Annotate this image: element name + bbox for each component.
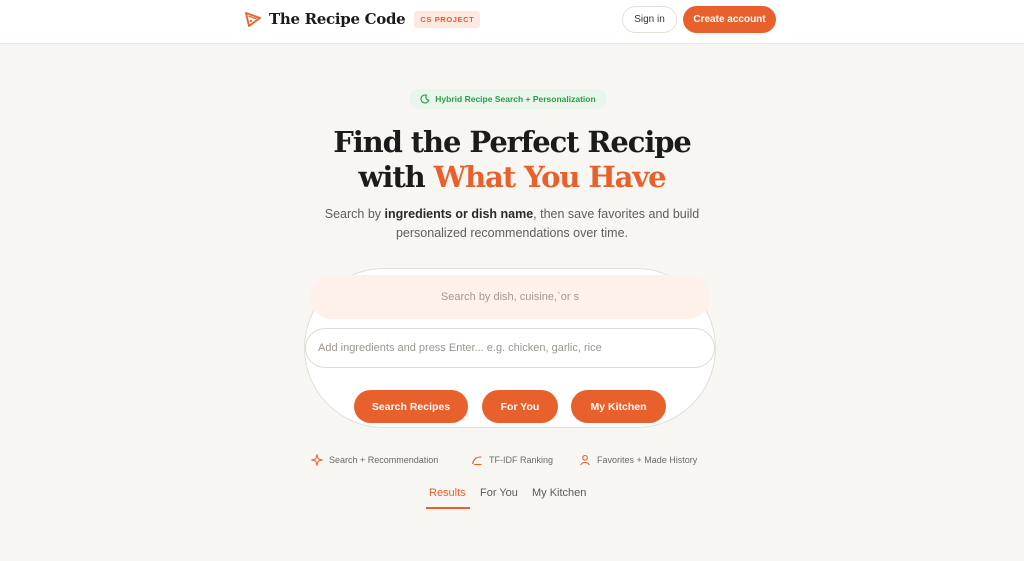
feature-label: TF-IDF Ranking bbox=[489, 455, 554, 465]
tab-my-kitchen[interactable]: My Kitchen bbox=[532, 487, 586, 499]
project-badge: CS PROJECT bbox=[414, 10, 481, 28]
feature-favorites-history: Favorites + Made History bbox=[579, 453, 697, 467]
brand[interactable]: The Recipe Code CS PROJECT bbox=[244, 9, 481, 29]
hero-pill-text: Hybrid Recipe Search + Personalization bbox=[435, 94, 596, 104]
sign-in-button[interactable]: Sign in bbox=[622, 6, 677, 33]
user-icon bbox=[580, 454, 590, 466]
hero-subtitle-line1: Search by ingredients or dish name, then… bbox=[0, 205, 1024, 225]
subtitle-bold: ingredients or dish name bbox=[384, 207, 534, 221]
subtitle-prefix: Search by bbox=[324, 207, 382, 221]
moon-icon bbox=[420, 94, 430, 104]
my-kitchen-button[interactable]: My Kitchen bbox=[571, 390, 666, 423]
trend-icon bbox=[471, 456, 482, 466]
feature-tfidf-ranking: TF-IDF Ranking bbox=[471, 453, 553, 467]
feature-label: Search + Recommendation bbox=[329, 455, 439, 465]
active-tab-indicator bbox=[426, 507, 470, 509]
hero-title-line1: Find the Perfect Recipe bbox=[333, 125, 692, 159]
tab-results[interactable]: Results bbox=[429, 487, 466, 499]
subtitle-suffix: , then save favorites and build bbox=[533, 207, 700, 221]
top-nav-bar: The Recipe Code CS PROJECT Sign in Creat… bbox=[0, 0, 1024, 44]
feature-label: Favorites + Made History bbox=[597, 455, 698, 465]
search-recipes-button[interactable]: Search Recipes bbox=[354, 390, 468, 423]
ingredients-input[interactable]: Add ingredients and press Enter... e.g. … bbox=[305, 328, 715, 368]
feature-search-recommendation: Search + Recommendation bbox=[311, 453, 438, 467]
create-account-button[interactable]: Create account bbox=[683, 6, 776, 33]
pizza-slice-icon bbox=[245, 12, 261, 27]
hero-pill: Hybrid Recipe Search + Personalization bbox=[409, 89, 607, 109]
dish-search-input[interactable]: Search by dish, cuisine,ˋor s bbox=[310, 275, 710, 319]
hero-title-line2: with What You Have bbox=[0, 160, 1024, 194]
hero-title-accent: What You Have bbox=[433, 160, 667, 194]
for-you-button[interactable]: For You bbox=[482, 390, 558, 423]
tab-for-you[interactable]: For You bbox=[480, 487, 518, 499]
hero-title-prefix: with bbox=[358, 160, 426, 194]
brand-name: The Recipe Code bbox=[269, 10, 406, 28]
sparkle-icon bbox=[311, 454, 323, 466]
hero-subtitle-line2: personalized recommendations over time. bbox=[395, 226, 629, 240]
